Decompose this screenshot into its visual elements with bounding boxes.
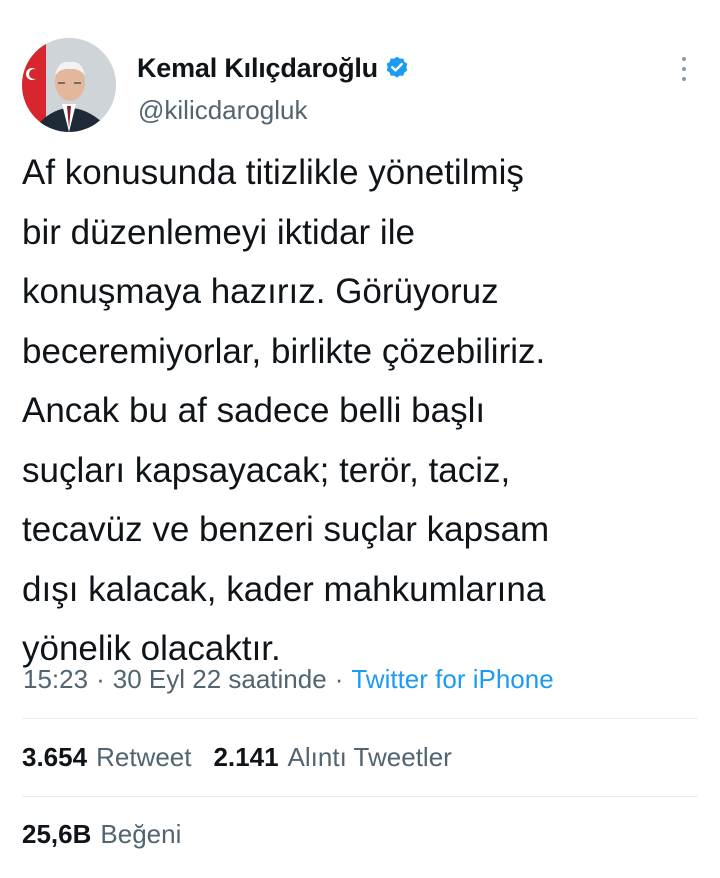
author-display-name[interactable]: Kemal Kılıçdaroğlu — [137, 53, 378, 84]
tweet-text: Af konusunda titizlikle yönetilmiş bir d… — [22, 143, 702, 679]
tweet-card: Kemal Kılıçdaroğlu @kilicdarogluk Af kon… — [0, 0, 720, 878]
meta-separator: · — [96, 663, 105, 694]
author-name-row[interactable]: Kemal Kılıçdaroğlu — [137, 50, 410, 86]
avatar-portrait-icon — [22, 38, 116, 132]
avatar[interactable] — [22, 38, 116, 132]
meta-separator: · — [334, 663, 344, 694]
tweet-text-line: dışı kalacak, kader mahkumlarına — [22, 569, 546, 609]
quote-tweets-stat[interactable]: 2.141 Alıntı Tweetler — [213, 742, 451, 773]
tweet-text-line: tecavüz ve benzeri suçlar kapsam — [22, 510, 550, 549]
tweet-time[interactable]: 15:23 — [23, 664, 88, 695]
tweet-source-link[interactable]: Twitter for iPhone — [351, 664, 553, 695]
divider — [22, 796, 698, 797]
likes-label: Beğeni — [100, 818, 182, 849]
tweet-date[interactable]: 30 Eyl 22 saatinde — [113, 664, 327, 695]
likes-stats-row: 25,6B Beğeni — [22, 814, 181, 854]
tweet-text-line: Ancak bu af sadece belli başlı — [22, 391, 486, 430]
likes-stat[interactable]: 25,6B Beğeni — [22, 819, 181, 850]
quote-tweets-count: 2.141 — [213, 741, 279, 772]
retweets-count: 3.654 — [22, 741, 88, 772]
quote-tweets-label: Alıntı Tweetler — [287, 741, 452, 772]
retweets-stat[interactable]: 3.654 Retweet — [22, 742, 191, 773]
tweet-text-line: beceremiyorlar, birlikte çözebiliriz. — [22, 331, 546, 371]
tweet-text-line: bir düzenlemeyi iktidar ile — [22, 212, 415, 252]
tweet-meta: 15:23 · 30 Eyl 22 saatinde · Twitter for… — [23, 660, 554, 698]
engagement-stats-row: 3.654 Retweet 2.141 Alıntı Tweetler — [22, 737, 452, 777]
more-vertical-icon[interactable] — [670, 55, 698, 83]
tweet-text-line: konuşmaya hazırız. Görüyoruz — [22, 272, 499, 311]
likes-count: 25,6B — [22, 818, 92, 849]
divider — [22, 718, 698, 719]
verified-badge-icon — [384, 55, 410, 81]
tweet-text-line: suçları kapsayacak; terör, taciz, — [22, 450, 511, 490]
retweets-label: Retweet — [96, 741, 192, 772]
tweet-text-line: Af konusunda titizlikle yönetilmiş — [22, 153, 524, 192]
author-handle[interactable]: @kilicdarogluk — [138, 95, 307, 126]
